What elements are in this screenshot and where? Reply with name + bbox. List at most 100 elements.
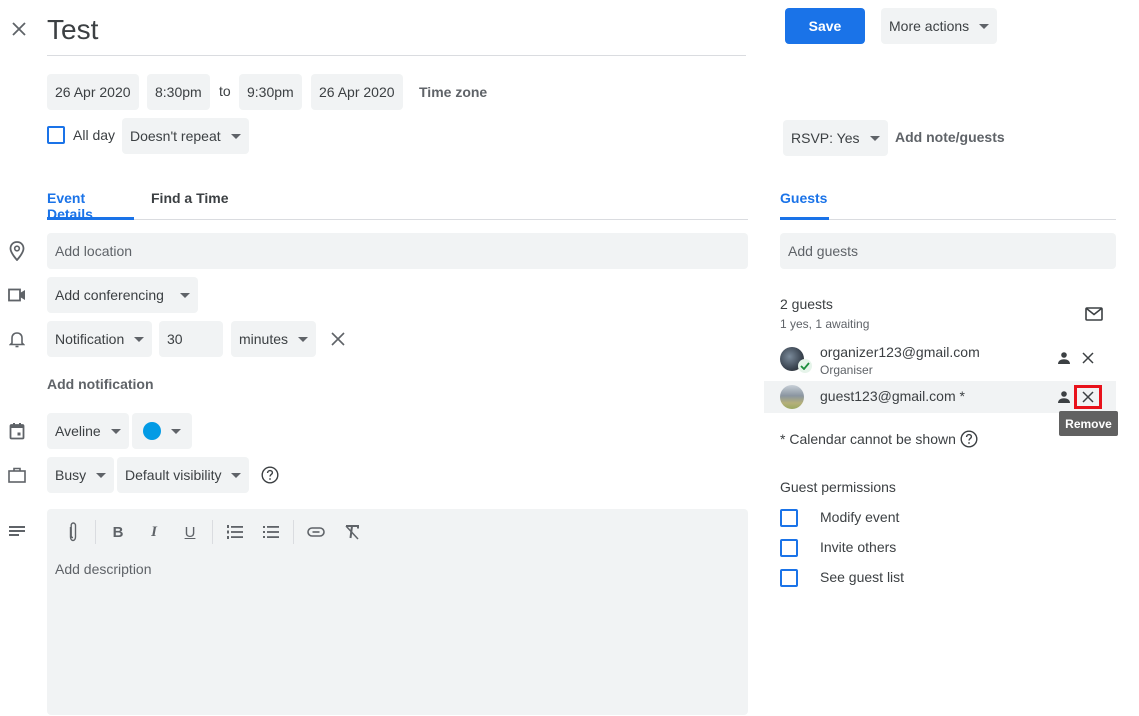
notification-value-input[interactable]: 30 bbox=[159, 321, 223, 357]
chevron-down-icon bbox=[96, 472, 107, 478]
clear-formatting-icon[interactable] bbox=[341, 522, 363, 542]
chevron-down-icon bbox=[171, 428, 181, 434]
more-actions-label: More actions bbox=[889, 18, 970, 34]
bell-icon bbox=[6, 328, 28, 350]
description-placeholder: Add description bbox=[55, 561, 152, 577]
tab-guests[interactable]: Guests bbox=[780, 190, 829, 220]
guest-row[interactable]: organizer123@gmail.com Organiser bbox=[764, 340, 1116, 380]
repeat-value: Doesn't repeat bbox=[130, 128, 221, 144]
help-icon[interactable] bbox=[260, 465, 280, 485]
time-zone-button[interactable]: Time zone bbox=[419, 84, 487, 100]
end-date: 26 Apr 2020 bbox=[319, 84, 395, 100]
event-title: Test bbox=[47, 14, 99, 45]
notification-type-dropdown[interactable]: Notification bbox=[47, 321, 153, 357]
numbered-list-icon[interactable] bbox=[224, 522, 246, 542]
visibility-value: Default visibility bbox=[125, 467, 222, 483]
chevron-down-icon bbox=[231, 472, 242, 478]
add-guests-input[interactable]: Add guests bbox=[780, 233, 1116, 269]
accepted-check-icon bbox=[798, 359, 812, 373]
end-time: 9:30pm bbox=[247, 84, 294, 100]
guest-role: Organiser bbox=[820, 363, 873, 377]
video-camera-icon bbox=[6, 284, 28, 306]
repeat-dropdown[interactable]: Doesn't repeat bbox=[122, 118, 249, 154]
start-time: 8:30pm bbox=[155, 84, 202, 100]
chevron-down-icon bbox=[979, 23, 990, 29]
guest-count: 2 guests bbox=[780, 296, 833, 312]
notification-value: 30 bbox=[167, 331, 183, 347]
toolbar-divider bbox=[293, 520, 294, 544]
add-note-guests-button[interactable]: Add note/guests bbox=[895, 129, 1005, 145]
visibility-dropdown[interactable]: Default visibility bbox=[117, 457, 250, 493]
email-guests-icon[interactable] bbox=[1083, 304, 1105, 324]
bulleted-list-icon[interactable] bbox=[260, 522, 282, 542]
location-pin-icon bbox=[6, 240, 28, 262]
remove-guest-icon[interactable] bbox=[1074, 385, 1102, 409]
availability-dropdown[interactable]: Busy bbox=[47, 457, 115, 493]
event-color-dropdown[interactable] bbox=[132, 413, 192, 449]
guest-row[interactable]: guest123@gmail.com * bbox=[764, 381, 1116, 413]
invite-others-label: Invite others bbox=[820, 539, 897, 555]
tab-label: Find a Time bbox=[151, 190, 229, 206]
invite-others-checkbox[interactable] bbox=[780, 539, 798, 557]
modify-event-label: Modify event bbox=[820, 509, 900, 525]
tooltip-text: Remove bbox=[1065, 416, 1112, 431]
end-date-button[interactable]: 26 Apr 2020 bbox=[311, 74, 403, 110]
toolbar-divider bbox=[212, 520, 213, 544]
more-actions-button[interactable]: More actions bbox=[881, 8, 998, 44]
chevron-down-icon bbox=[179, 292, 190, 298]
location-input[interactable]: Add location bbox=[47, 233, 748, 269]
link-icon[interactable] bbox=[305, 522, 327, 542]
help-icon[interactable] bbox=[959, 429, 979, 449]
guest-email: organizer123@gmail.com bbox=[820, 344, 980, 360]
start-date-button[interactable]: 26 Apr 2020 bbox=[47, 74, 139, 110]
add-conferencing-dropdown[interactable]: Add conferencing bbox=[47, 277, 198, 313]
avatar bbox=[780, 385, 804, 409]
italic-icon[interactable]: I bbox=[144, 521, 164, 543]
rsvp-dropdown[interactable]: RSVP: Yes bbox=[783, 120, 888, 156]
calendar-dropdown[interactable]: Aveline bbox=[47, 413, 129, 449]
guest-permissions-title: Guest permissions bbox=[780, 479, 896, 495]
toolbar-divider bbox=[95, 520, 96, 544]
bold-icon[interactable]: B bbox=[108, 521, 128, 543]
save-button[interactable]: Save bbox=[785, 8, 865, 44]
tab-label: Guests bbox=[780, 190, 828, 206]
remove-notification-icon[interactable] bbox=[328, 329, 348, 349]
add-guests-placeholder: Add guests bbox=[788, 243, 859, 259]
briefcase-icon bbox=[6, 464, 28, 486]
underline-icon[interactable]: U bbox=[180, 521, 200, 543]
all-day-label: All day bbox=[73, 127, 116, 143]
conferencing-label: Add conferencing bbox=[55, 287, 164, 303]
rsvp-value: RSVP: Yes bbox=[791, 130, 860, 146]
chevron-down-icon bbox=[298, 336, 309, 342]
tab-event-details[interactable]: Event Details bbox=[47, 190, 134, 222]
person-icon[interactable] bbox=[1056, 389, 1072, 405]
notification-unit: minutes bbox=[239, 331, 289, 347]
guest-email: guest123@gmail.com * bbox=[820, 388, 965, 404]
to-label: to bbox=[219, 83, 231, 99]
tab-label: Event Details bbox=[47, 190, 93, 222]
all-day-checkbox[interactable] bbox=[47, 126, 65, 144]
person-icon[interactable] bbox=[1056, 350, 1072, 366]
notification-unit-dropdown[interactable]: minutes bbox=[231, 321, 317, 357]
chevron-down-icon bbox=[230, 133, 241, 139]
remove-tooltip: Remove bbox=[1059, 411, 1118, 436]
remove-guest-icon[interactable] bbox=[1080, 350, 1096, 366]
modify-event-checkbox[interactable] bbox=[780, 509, 798, 527]
chevron-down-icon bbox=[134, 336, 145, 342]
close-icon[interactable] bbox=[6, 16, 32, 42]
see-guest-list-checkbox[interactable] bbox=[780, 569, 798, 587]
calendar-name: Aveline bbox=[55, 423, 101, 439]
attachment-icon[interactable] bbox=[63, 520, 83, 544]
end-time-button[interactable]: 9:30pm bbox=[239, 74, 302, 110]
description-icon bbox=[6, 520, 28, 542]
save-label: Save bbox=[808, 18, 842, 34]
start-time-button[interactable]: 8:30pm bbox=[147, 74, 210, 110]
guest-summary: 1 yes, 1 awaiting bbox=[780, 317, 870, 331]
tab-find-a-time[interactable]: Find a Time bbox=[151, 190, 229, 220]
add-notification-button[interactable]: Add notification bbox=[47, 376, 154, 392]
availability-value: Busy bbox=[55, 467, 87, 483]
chevron-down-icon bbox=[110, 428, 121, 434]
chevron-down-icon bbox=[869, 135, 880, 141]
description-editor[interactable]: B I U Add description bbox=[47, 509, 748, 715]
event-title-input[interactable]: Test bbox=[47, 10, 746, 56]
